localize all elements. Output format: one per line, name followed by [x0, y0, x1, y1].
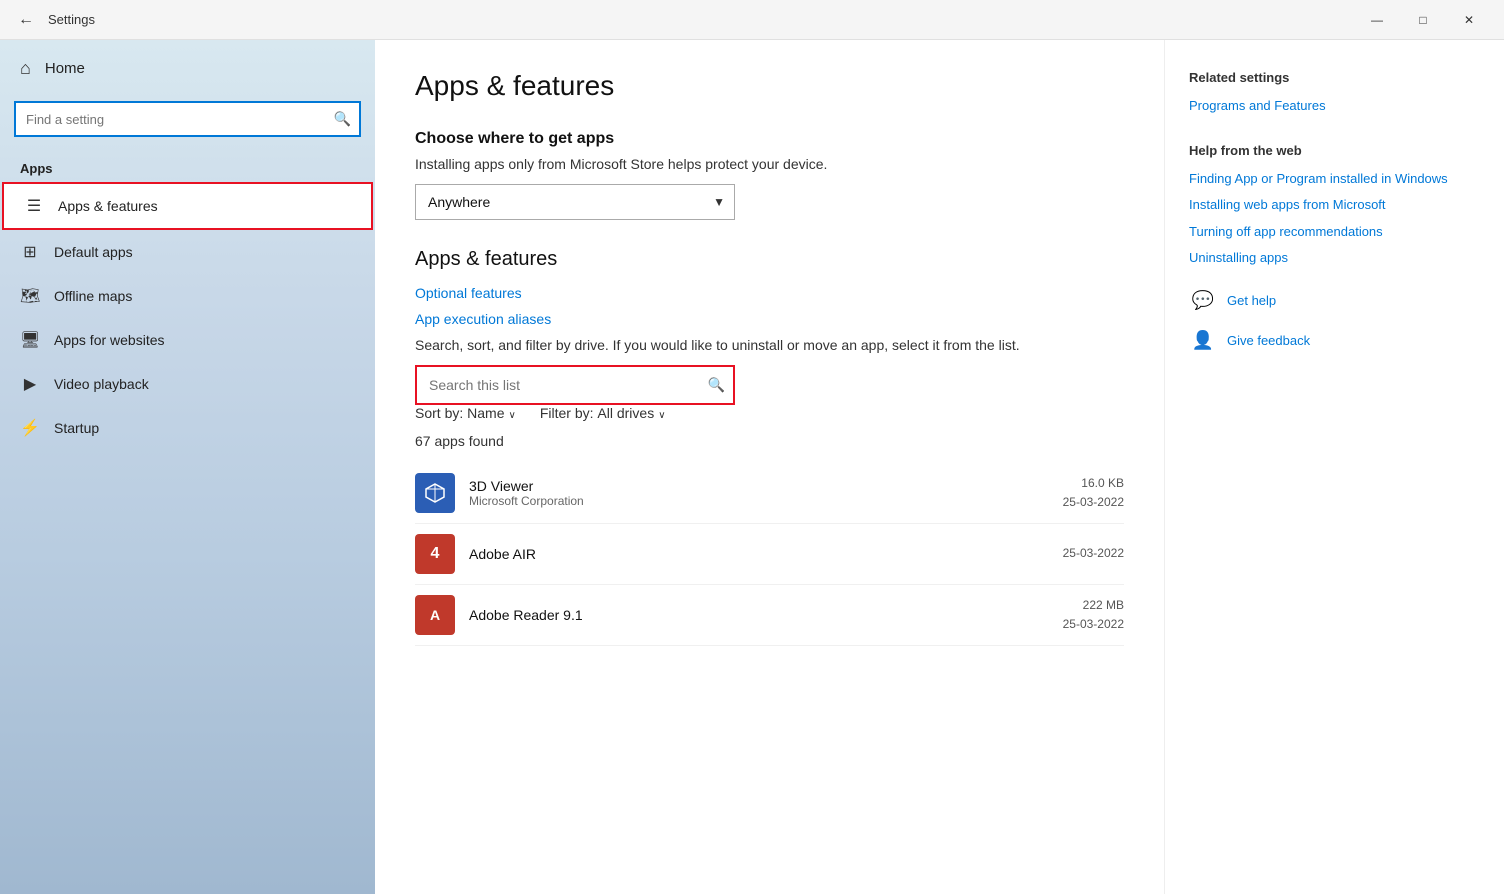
sidebar: ⌂ Home 🔍 Apps ☰ Apps & features ⊞ Defaul…: [0, 40, 375, 894]
choose-desc: Installing apps only from Microsoft Stor…: [415, 156, 1124, 172]
app-name-3dviewer: 3D Viewer: [469, 478, 1049, 494]
give-feedback-icon: 👤: [1189, 327, 1217, 355]
search-list-wrapper: 🔍: [415, 365, 735, 405]
search-section-desc: Search, sort, and filter by drive. If yo…: [415, 337, 1124, 353]
sidebar-home[interactable]: ⌂ Home: [0, 40, 375, 97]
help-link-finding-app[interactable]: Finding App or Program installed in Wind…: [1189, 170, 1480, 188]
minimize-button[interactable]: —: [1354, 0, 1400, 40]
main-container: ⌂ Home 🔍 Apps ☰ Apps & features ⊞ Defaul…: [0, 40, 1504, 894]
help-title: Help from the web: [1189, 143, 1480, 158]
sort-filter-row: Sort by: Name∨ Filter by: All drives∨: [415, 405, 1124, 421]
optional-features-link[interactable]: Optional features: [415, 285, 1124, 301]
find-setting-search-icon: 🔍: [334, 111, 351, 128]
app-size-3dviewer: 16.0 KB: [1063, 474, 1124, 493]
title-bar: ← Settings — □ ✕: [0, 0, 1504, 40]
apps-source-dropdown[interactable]: Anywhere The Microsoft Store only (recom…: [415, 184, 735, 220]
sort-label: Sort by: Name∨: [415, 405, 516, 421]
right-panel: Related settings Programs and Features H…: [1164, 40, 1504, 894]
apps-websites-icon: 🖥: [20, 330, 40, 350]
sidebar-item-startup[interactable]: ⚡ Startup: [0, 406, 375, 450]
window-title: Settings: [48, 12, 95, 27]
app-date-adobe-air: 25-03-2022: [1063, 544, 1124, 563]
app-info-3dviewer: 3D Viewer Microsoft Corporation: [469, 478, 1049, 508]
home-icon: ⌂: [20, 58, 31, 79]
app-meta-3dviewer: 16.0 KB 25-03-2022: [1063, 474, 1124, 512]
sidebar-item-default-apps[interactable]: ⊞ Default apps: [0, 230, 375, 274]
help-link-uninstalling[interactable]: Uninstalling apps: [1189, 249, 1480, 267]
apps-source-dropdown-wrapper: Anywhere The Microsoft Store only (recom…: [415, 184, 735, 220]
app-info-adobe-air: Adobe AIR: [469, 546, 1049, 562]
filter-value[interactable]: All drives: [597, 405, 654, 421]
app-date-3dviewer: 25-03-2022: [1063, 493, 1124, 512]
sort-value[interactable]: Name: [467, 405, 504, 421]
sidebar-item-label-default-apps: Default apps: [54, 244, 133, 260]
app-info-adobe-reader: Adobe Reader 9.1: [469, 607, 1049, 623]
apps-features-icon: ☰: [24, 196, 44, 216]
help-link-installing-web-apps[interactable]: Installing web apps from Microsoft: [1189, 196, 1480, 214]
get-help-link[interactable]: Get help: [1227, 293, 1276, 308]
give-feedback-item[interactable]: 👤 Give feedback: [1189, 327, 1480, 355]
app-meta-adobe-reader: 222 MB 25-03-2022: [1063, 596, 1124, 634]
close-button[interactable]: ✕: [1446, 0, 1492, 40]
default-apps-icon: ⊞: [20, 242, 40, 262]
help-link-turning-off[interactable]: Turning off app recommendations: [1189, 223, 1480, 241]
app-item-3dviewer[interactable]: 3D Viewer Microsoft Corporation 16.0 KB …: [415, 463, 1124, 524]
back-button[interactable]: ←: [12, 6, 40, 34]
sidebar-item-label-apps-features: Apps & features: [58, 198, 158, 214]
offline-maps-icon: 🗺: [20, 286, 40, 306]
startup-icon: ⚡: [20, 418, 40, 438]
programs-features-link[interactable]: Programs and Features: [1189, 97, 1480, 115]
apps-features-subtitle: Apps & features: [415, 248, 1124, 271]
app-icon-adobe-reader: A: [415, 595, 455, 635]
sidebar-item-label-offline-maps: Offline maps: [54, 288, 132, 304]
support-section: 💬 Get help 👤 Give feedback: [1189, 287, 1480, 355]
sidebar-item-label-apps-websites: Apps for websites: [54, 332, 165, 348]
app-name-adobe-reader: Adobe Reader 9.1: [469, 607, 1049, 623]
choose-heading: Choose where to get apps: [415, 130, 1124, 148]
app-publisher-3dviewer: Microsoft Corporation: [469, 494, 1049, 508]
search-list-input[interactable]: [415, 365, 735, 405]
sidebar-item-apps-features[interactable]: ☰ Apps & features: [2, 182, 373, 230]
app-execution-link[interactable]: App execution aliases: [415, 311, 1124, 327]
sidebar-search-wrapper: 🔍: [14, 101, 361, 137]
app-icon-3dviewer: [415, 473, 455, 513]
apps-found-count: 67 apps found: [415, 433, 1124, 449]
app-date-adobe-reader: 25-03-2022: [1063, 615, 1124, 634]
choose-where-section: Choose where to get apps Installing apps…: [415, 130, 1124, 248]
get-help-icon: 💬: [1189, 287, 1217, 315]
maximize-button[interactable]: □: [1400, 0, 1446, 40]
app-item-adobe-reader[interactable]: A Adobe Reader 9.1 222 MB 25-03-2022: [415, 585, 1124, 646]
apps-features-section: Apps & features Optional features App ex…: [415, 248, 1124, 646]
video-playback-icon: ▶: [20, 374, 40, 394]
app-size-adobe-reader: 222 MB: [1063, 596, 1124, 615]
get-help-item[interactable]: 💬 Get help: [1189, 287, 1480, 315]
app-name-adobe-air: Adobe AIR: [469, 546, 1049, 562]
sidebar-item-label-video-playback: Video playback: [54, 376, 149, 392]
sidebar-item-apps-websites[interactable]: 🖥 Apps for websites: [0, 318, 375, 362]
app-item-adobe-air[interactable]: 4 Adobe AIR 25-03-2022: [415, 524, 1124, 585]
home-label: Home: [45, 60, 85, 77]
find-setting-input[interactable]: [14, 101, 361, 137]
app-meta-adobe-air: 25-03-2022: [1063, 544, 1124, 563]
filter-label: Filter by: All drives∨: [540, 405, 666, 421]
content-area: Apps & features Choose where to get apps…: [375, 40, 1164, 894]
sort-chevron-icon[interactable]: ∨: [509, 410, 516, 421]
window-controls: — □ ✕: [1354, 0, 1492, 40]
sidebar-section-apps: Apps: [0, 153, 375, 182]
sidebar-item-video-playback[interactable]: ▶ Video playback: [0, 362, 375, 406]
sidebar-item-offline-maps[interactable]: 🗺 Offline maps: [0, 274, 375, 318]
filter-chevron-icon[interactable]: ∨: [658, 410, 665, 421]
give-feedback-link[interactable]: Give feedback: [1227, 333, 1310, 348]
sidebar-item-label-startup: Startup: [54, 420, 99, 436]
related-settings-title: Related settings: [1189, 70, 1480, 85]
app-icon-adobe-air: 4: [415, 534, 455, 574]
help-section: Help from the web Finding App or Program…: [1189, 143, 1480, 267]
page-title: Apps & features: [415, 70, 1124, 102]
